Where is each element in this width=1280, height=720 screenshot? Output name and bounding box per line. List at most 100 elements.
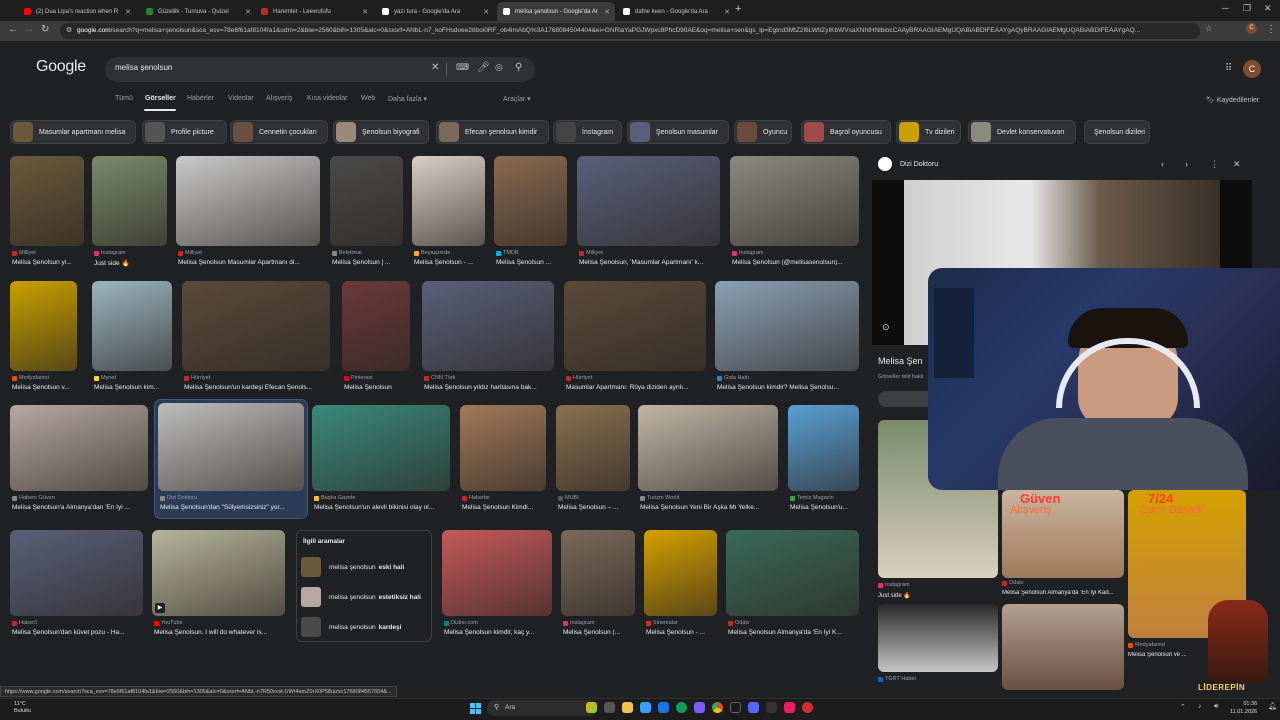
- image-result[interactable]: Odatv Melisa Şenolsun Almanya'da 'En İyi …: [726, 530, 859, 644]
- browser-tab[interactable]: dafne keen - Google'da Ara ✕: [617, 2, 735, 21]
- notification-icon[interactable]: 🔔︎: [1268, 702, 1277, 710]
- result-title[interactable]: Melisa Şenolsun'un alevli bikinisi olay …: [314, 504, 452, 511]
- new-tab-button[interactable]: +: [735, 3, 741, 15]
- image-result[interactable]: Temiz Magazin Melisa Şenolsun'u...: [788, 405, 859, 519]
- refinement-chip[interactable]: Devlet konservatuvarı: [968, 120, 1076, 144]
- menu-kebab-icon[interactable]: ⋮: [1266, 24, 1276, 35]
- result-title[interactable]: Masumlar Apartmanı: Rüya diziden ayrılı.…: [566, 384, 708, 391]
- tab-close-icon[interactable]: ✕: [245, 8, 251, 16]
- related-search-item[interactable]: melisa şenolsun estetiksiz hali: [299, 585, 431, 609]
- result-title[interactable]: Melisa Şenolsun Masumlar Apartmanı di...: [178, 259, 322, 266]
- tab-close-icon[interactable]: ✕: [125, 8, 131, 16]
- task-view-icon[interactable]: [604, 702, 615, 713]
- image-result[interactable]: Hürriyet Melisa Şenolsun'un kardeşi Efeca…: [182, 281, 330, 399]
- nav-tab[interactable]: Görseller: [145, 95, 176, 102]
- copilot-icon[interactable]: [586, 702, 597, 713]
- result-title[interactable]: Melisa Şenolsun Yeni Bir Aşka Mı Yelke..…: [640, 504, 780, 511]
- image-result[interactable]: Instagram Just side 🔥: [92, 156, 167, 274]
- panel-result-title[interactable]: Melisa Şenolsun Almanya'da 'En İyi Kad..…: [1002, 590, 1124, 596]
- result-thumbnail[interactable]: [726, 530, 859, 616]
- image-result[interactable]: MUBI Melisa Şenolsun – ...: [556, 405, 630, 519]
- app-icon[interactable]: [784, 702, 795, 713]
- profile-avatar[interactable]: C: [1246, 23, 1257, 34]
- result-title[interactable]: Melisa Şenolsun – ...: [558, 504, 632, 511]
- nav-tab[interactable]: Daha fazla ▾: [388, 95, 427, 103]
- result-title[interactable]: Melisa Şenolsun (@melisasenolsun)...: [732, 259, 861, 266]
- terminal-icon[interactable]: [730, 702, 741, 713]
- saved-link[interactable]: 🔖︎ Kaydedilenler: [1206, 96, 1259, 104]
- image-result[interactable]: Turizm World Melisa Şenolsun Yeni Bir Aşk…: [638, 405, 778, 519]
- maximize-icon[interactable]: ❐: [1243, 3, 1251, 14]
- result-title[interactable]: Melisa Şenolsun'un kardeşi Efecan Şenols…: [184, 384, 332, 391]
- image-result[interactable]: CNN Türk Melisa Şenolsun yıldız haritasın…: [422, 281, 554, 399]
- next-icon[interactable]: ›: [1185, 159, 1188, 169]
- browser-tab[interactable]: Haremler - Leewufufu ✕: [255, 2, 373, 21]
- result-title[interactable]: Melisa Şenolsun. I will do whatever is..…: [154, 629, 287, 636]
- search-icon[interactable]: ⚲: [515, 62, 522, 73]
- minimize-icon[interactable]: ─: [1222, 3, 1228, 13]
- more-options-icon[interactable]: ⋮: [1210, 159, 1219, 170]
- clear-icon[interactable]: ✕: [431, 62, 439, 73]
- related-search-item[interactable]: melisa şenolsun kardeşi: [299, 615, 431, 639]
- start-icon[interactable]: [470, 703, 481, 714]
- result-title[interactable]: Melisa Şenolsun'a Almanya'dan 'En İyi ..…: [12, 504, 150, 511]
- image-result[interactable]: Milliyet Melisa Şenolsun yi...: [10, 156, 84, 274]
- image-result[interactable]: ▶ YouTube Melisa Şenolsun. I will do whate…: [152, 530, 285, 644]
- keyboard-icon[interactable]: ⌨: [456, 62, 469, 73]
- chrome-icon[interactable]: [712, 702, 723, 713]
- result-thumbnail[interactable]: [10, 405, 148, 491]
- result-title[interactable]: Melisa Şenolsun'dan "Sülyemsizsiniz" yor…: [160, 504, 306, 511]
- result-thumbnail[interactable]: [312, 405, 450, 491]
- result-title[interactable]: Melisa Şenolsun - ...: [646, 629, 719, 636]
- apps-grid-icon[interactable]: ⠿: [1225, 63, 1232, 74]
- refinement-chip[interactable]: Cennetin çocukları: [230, 120, 328, 144]
- result-thumbnail[interactable]: [442, 530, 552, 616]
- discord-icon[interactable]: [748, 702, 759, 713]
- panel-result-image[interactable]: [1002, 604, 1124, 690]
- result-title[interactable]: Melisa Şenolsun: [344, 384, 412, 391]
- result-thumbnail[interactable]: [342, 281, 410, 371]
- account-avatar[interactable]: C: [1243, 60, 1261, 78]
- search-box[interactable]: ✕ ⌨ 🎤︎ ◎ ⚲: [105, 57, 535, 82]
- image-result[interactable]: Instagram Melisa Şenolsun (...: [561, 530, 635, 644]
- refinement-chip[interactable]: Şenolsun dizileri: [1084, 120, 1150, 144]
- image-result[interactable]: Dizi Doktoru Melisa Şenolsun'dan "Sülyems…: [154, 399, 308, 519]
- result-thumbnail[interactable]: [182, 281, 330, 371]
- search-input[interactable]: [115, 63, 415, 72]
- close-window-icon[interactable]: ✕: [1264, 3, 1272, 14]
- back-icon[interactable]: ←: [8, 24, 18, 35]
- result-thumbnail[interactable]: [330, 156, 403, 246]
- result-thumbnail[interactable]: [10, 530, 143, 616]
- bookmark-star-icon[interactable]: ☆: [1205, 24, 1212, 33]
- result-title[interactable]: Melisa Şenolsun ...: [496, 259, 569, 266]
- nav-tab[interactable]: Tümü: [115, 95, 133, 102]
- panel-result-title[interactable]: Just side 🔥: [878, 592, 998, 599]
- refinement-chip[interactable]: Oyuncu: [734, 120, 792, 144]
- result-thumbnail[interactable]: [460, 405, 546, 491]
- result-thumbnail[interactable]: [788, 405, 859, 491]
- result-title[interactable]: Melisa Şenolsun Kimdi...: [462, 504, 548, 511]
- image-result[interactable]: Sinemalar Melisa Şenolsun - ...: [644, 530, 717, 644]
- image-result[interactable]: Habere Güven Melisa Şenolsun'a Almanya'da…: [10, 405, 148, 519]
- result-thumbnail[interactable]: [422, 281, 554, 371]
- weather-widget[interactable]: 11°C Bulutlu: [14, 701, 31, 715]
- lens-search-icon[interactable]: ⊙: [882, 322, 890, 333]
- image-result[interactable]: Medyafaresi Melisa Şenolsun v...: [10, 281, 77, 399]
- microphone-icon[interactable]: 🎤︎: [477, 62, 490, 73]
- result-thumbnail[interactable]: [564, 281, 706, 371]
- nav-tab[interactable]: Kısa videolar: [307, 95, 347, 102]
- image-result[interactable]: Gıda Hattı Melisa Şenolsun kimdir? Melisa…: [715, 281, 859, 399]
- result-title[interactable]: Melisa Şenolsun (...: [563, 629, 637, 636]
- panel-source[interactable]: Dizi Doktoru: [878, 157, 938, 171]
- refinement-chip[interactable]: Başrol oyuncusu: [801, 120, 891, 144]
- result-title[interactable]: Melisa Şenolsun, 'Masumlar Apartmanı' k.…: [579, 259, 722, 266]
- image-result[interactable]: Haber3 Melisa Şenolsun'dan küvet pozu - H…: [10, 530, 143, 644]
- result-thumbnail[interactable]: ▶: [152, 530, 285, 616]
- image-result[interactable]: Hürriyet Masumlar Apartmanı: Rüya diziden…: [564, 281, 706, 399]
- tab-close-icon[interactable]: ✕: [604, 8, 610, 16]
- file-explorer-icon[interactable]: [622, 702, 633, 713]
- refinement-chip[interactable]: Masumlar apartmanı melisa: [10, 120, 136, 144]
- system-clock[interactable]: 01:36 11.01.2026: [1230, 700, 1257, 716]
- result-thumbnail[interactable]: [158, 403, 304, 491]
- nav-tab[interactable]: Haberler: [187, 95, 214, 102]
